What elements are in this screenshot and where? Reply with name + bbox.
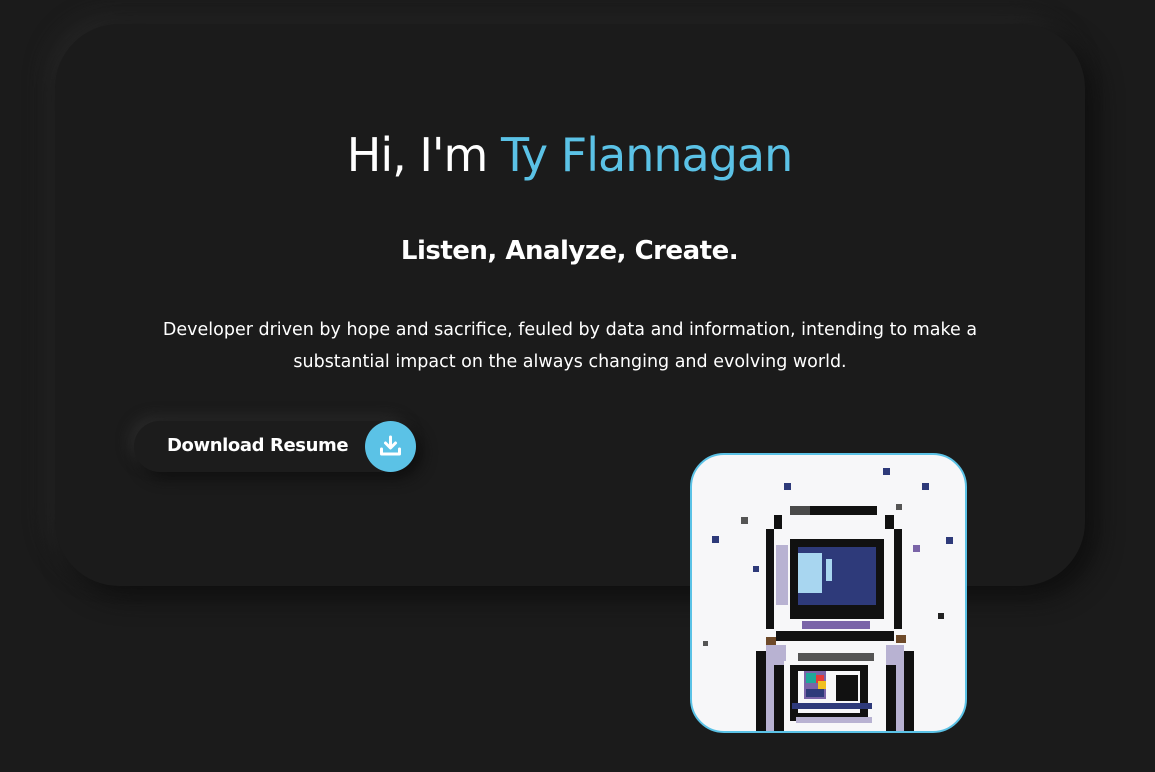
page-title: Hi, I'm Ty Flannagan — [0, 128, 1139, 182]
astronaut-icon — [703, 468, 953, 731]
name-text: Ty Flannagan — [501, 128, 793, 182]
download-resume-label: Download Resume — [167, 435, 349, 456]
download-resume-button[interactable]: Download Resume — [134, 421, 416, 472]
bio-text: Developer driven by hope and sacrifice, … — [162, 320, 978, 372]
tagline: Listen, Analyze, Create. — [400, 236, 739, 266]
download-icon[interactable] — [365, 421, 416, 472]
avatar — [690, 453, 967, 733]
greeting-text: Hi, I'm — [346, 128, 501, 182]
